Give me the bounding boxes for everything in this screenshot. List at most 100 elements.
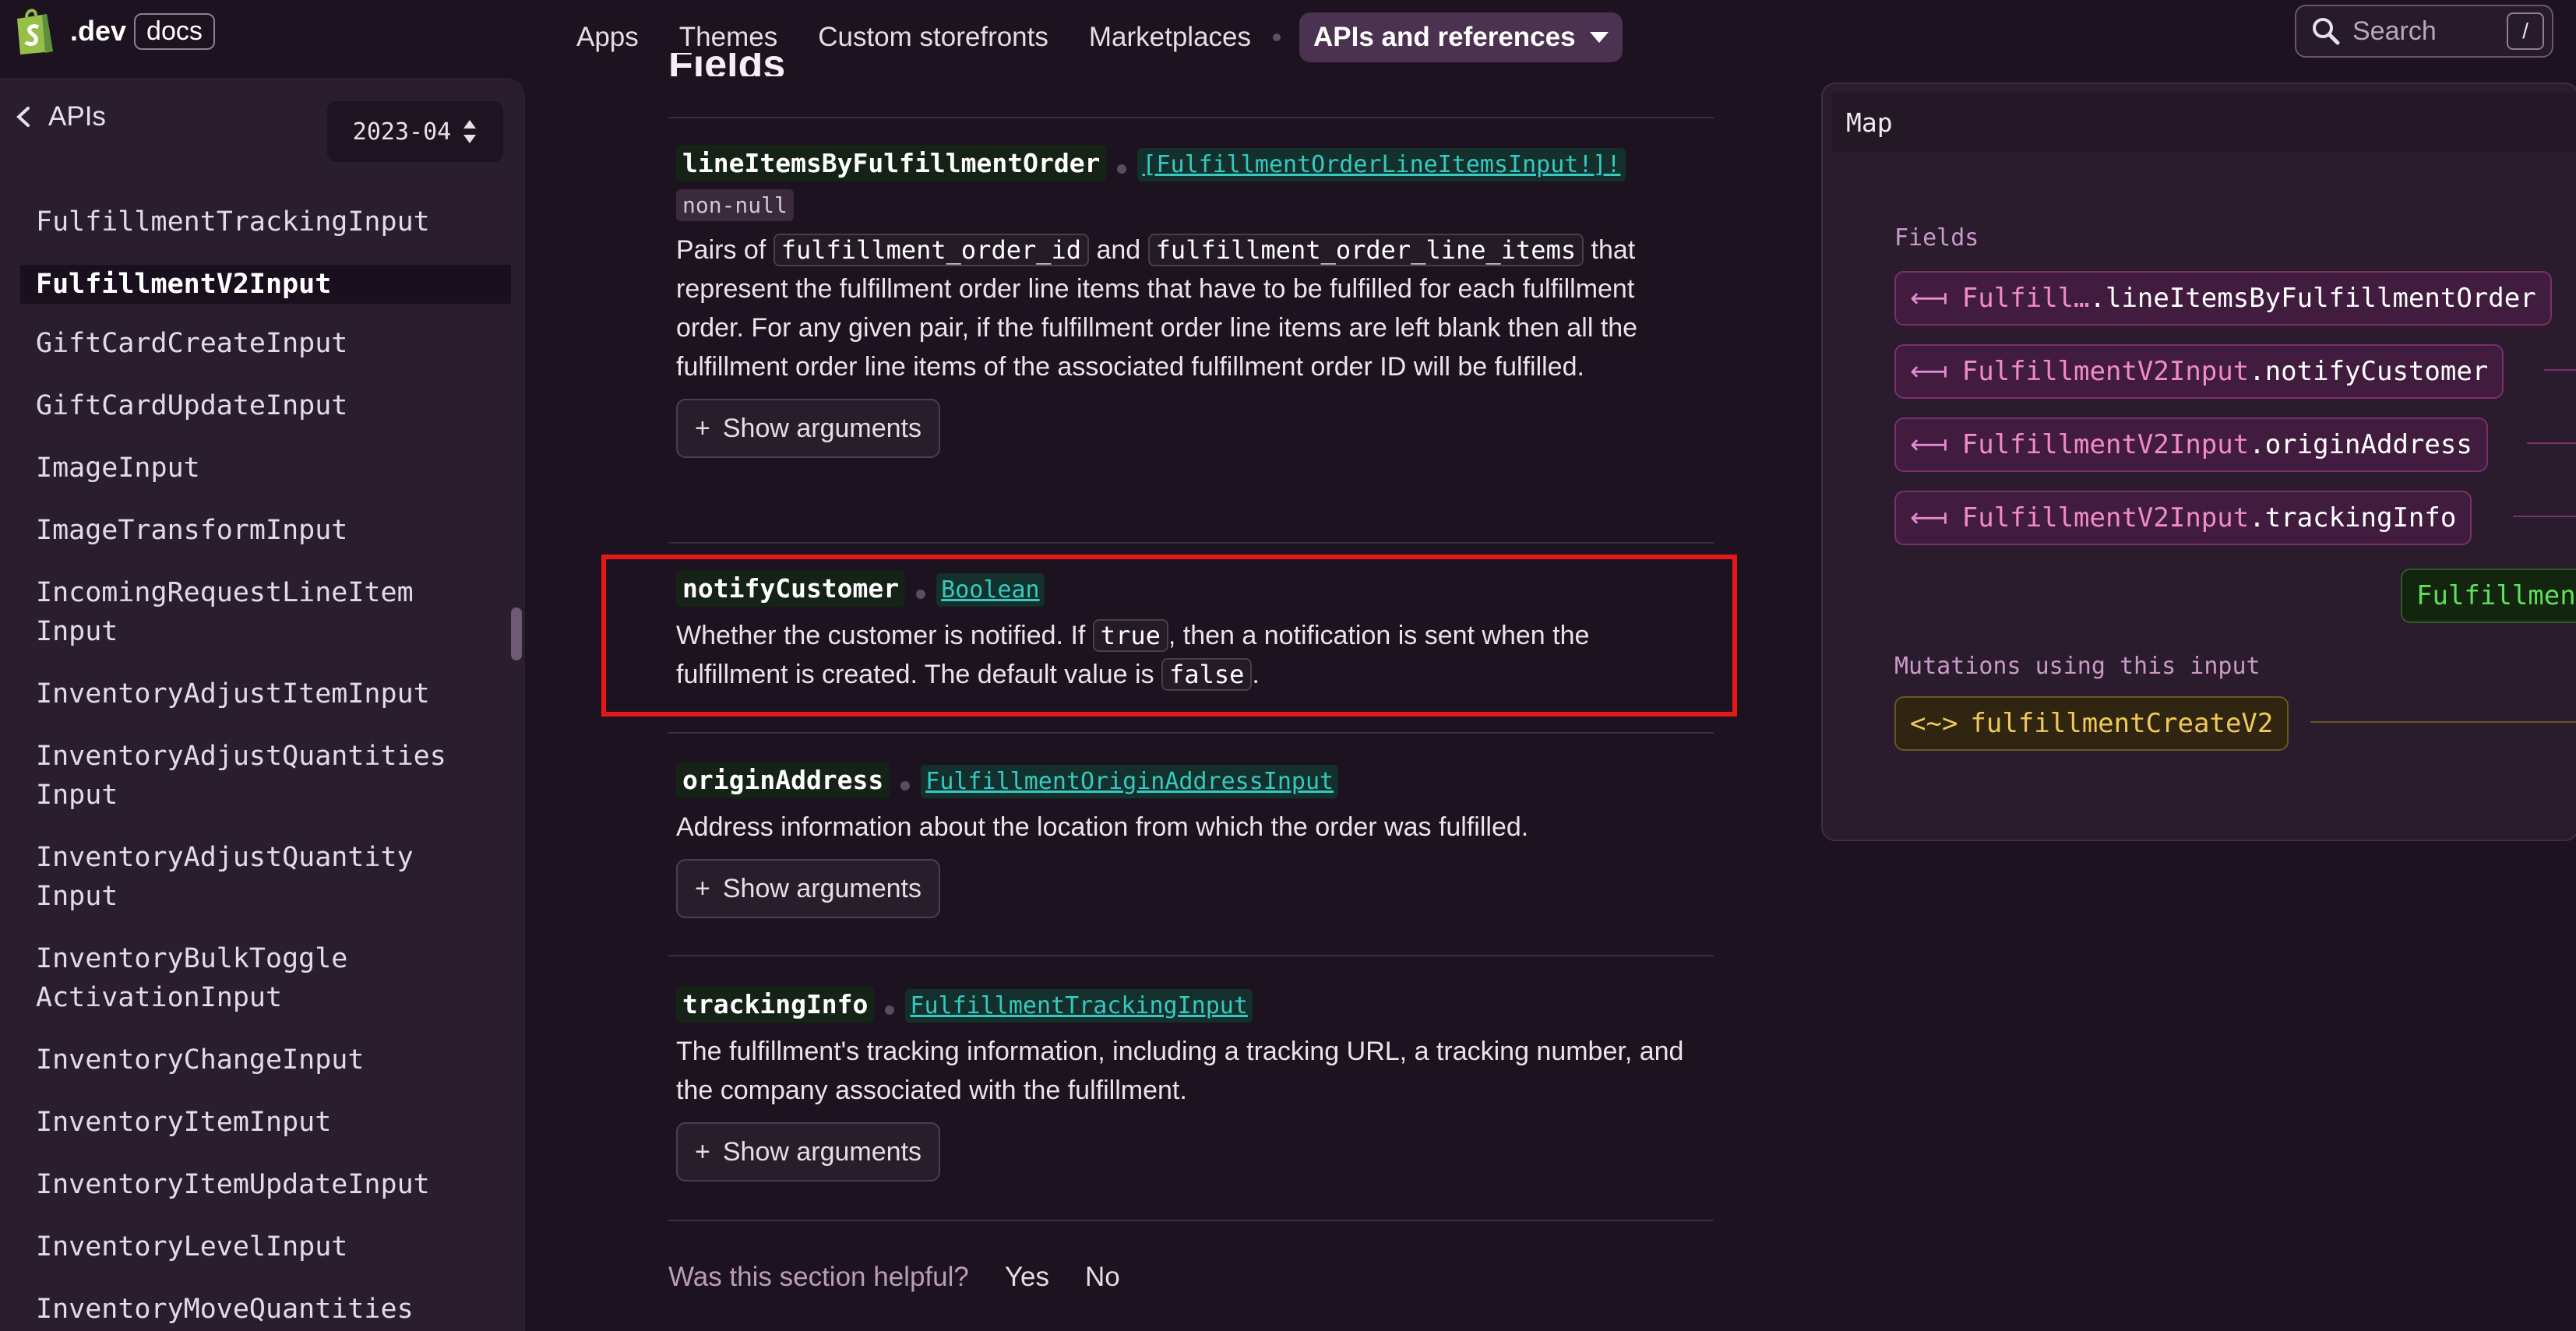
feedback-yes-button[interactable]: Yes bbox=[1005, 1262, 1049, 1293]
map-pill-origin-address[interactable]: ⟻ FulfillmentV2Input .originAddress bbox=[1894, 417, 2488, 472]
field-origin-address: originAddress FulfillmentOriginAddressInp… bbox=[676, 762, 1697, 918]
pill-field: .trackingInfo bbox=[2249, 502, 2457, 533]
sidebar-item-fulfillment-v2-input[interactable]: FulfillmentV2Input bbox=[20, 265, 511, 304]
nav-marketplaces[interactable]: Marketplaces bbox=[1089, 22, 1251, 53]
search-shortcut-key: / bbox=[2507, 12, 2544, 50]
show-arguments-label: Show arguments bbox=[722, 413, 922, 443]
logo-docs-badge: docs bbox=[134, 12, 215, 50]
map-connector bbox=[2527, 442, 2576, 444]
field-name: originAddress bbox=[676, 762, 890, 798]
nav-apis-and-references[interactable]: APIs and references bbox=[1299, 12, 1623, 62]
nav-apps[interactable]: Apps bbox=[576, 22, 639, 53]
nav-custom-storefronts[interactable]: Custom storefronts bbox=[818, 22, 1048, 53]
sidebar-list: FulfillmentTrackingInput FulfillmentV2In… bbox=[0, 202, 525, 1331]
sidebar-item-gift-card-update-input[interactable]: GiftCardUpdateInput bbox=[0, 386, 525, 425]
field-description: Address information about the location f… bbox=[676, 812, 1529, 842]
sidebar-item-inventory-change-input[interactable]: InventoryChangeInput bbox=[0, 1041, 525, 1079]
field-notify-customer: notifyCustomer Boolean Whether the custom… bbox=[676, 570, 1697, 694]
divider bbox=[668, 542, 1714, 544]
map-target-node[interactable]: Fulfillmen bbox=[2401, 569, 2576, 623]
field-description: The fulfillment's tracking information, … bbox=[676, 1037, 1684, 1105]
show-arguments-button[interactable]: + Show arguments bbox=[676, 859, 940, 918]
map-connector bbox=[2544, 369, 2576, 371]
section-title: Fields bbox=[668, 53, 786, 76]
field-description: Pairs of fulfillment_order_id and fulfil… bbox=[676, 231, 1697, 386]
show-arguments-button[interactable]: + Show arguments bbox=[676, 1122, 940, 1181]
sidebar-item-inventory-item-input[interactable]: InventoryItemInput bbox=[0, 1103, 525, 1142]
plus-icon: + bbox=[695, 1136, 710, 1167]
updown-chevron-icon bbox=[463, 120, 477, 143]
code-fulfillment-order-line-items: fulfillment_order_line_items bbox=[1147, 234, 1584, 266]
field-line-items-by-fulfillment-order: lineItemsByFulfillmentOrder [FulfillmentO… bbox=[676, 145, 1697, 458]
mutation-icon: <~> bbox=[1910, 708, 1958, 739]
pill-field: .notifyCustomer bbox=[2249, 356, 2489, 387]
divider bbox=[668, 117, 1714, 118]
top-navigation: .dev docs Apps Themes Custom storefronts… bbox=[0, 0, 2576, 64]
map-pill-notify-customer[interactable]: ⟻ FulfillmentV2Input .notifyCustomer bbox=[1894, 344, 2504, 399]
map-mutation-pill[interactable]: <~> fulfillmentCreateV2 bbox=[1894, 696, 2289, 751]
nav-themes[interactable]: Themes bbox=[679, 22, 777, 53]
separator-dot bbox=[916, 589, 926, 599]
field-type-link[interactable]: FulfillmentTrackingInput bbox=[905, 989, 1253, 1023]
field-description: Whether the customer is notified. If tru… bbox=[676, 616, 1697, 694]
sidebar-scrollbar[interactable] bbox=[511, 607, 522, 660]
feedback-no-button[interactable]: No bbox=[1085, 1262, 1120, 1293]
map-fields-label: Fields bbox=[1894, 224, 1979, 252]
sidebar-item-inventory-bulk-toggle-activation-input[interactable]: InventoryBulkToggle ActivationInput bbox=[0, 939, 525, 1017]
nav-separator-dot bbox=[1273, 33, 1281, 41]
version-select[interactable]: 2023-04 bbox=[327, 101, 503, 162]
sidebar-back-link[interactable]: APIs bbox=[14, 101, 106, 132]
desc-text: Pairs of bbox=[676, 235, 774, 265]
non-null-badge: non-null bbox=[676, 189, 794, 221]
map-panel: Map Fields ⟻ Fulfill… .lineItemsByFulfill… bbox=[1821, 83, 2576, 841]
desc-text: . bbox=[1252, 660, 1260, 689]
sidebar-item-inventory-level-input[interactable]: InventoryLevelInput bbox=[0, 1227, 525, 1266]
field-type-link[interactable]: [FulfillmentOrderLineItemsInput!]! bbox=[1137, 148, 1626, 181]
code-true: true bbox=[1092, 619, 1168, 652]
sidebar: APIs 2023-04 FulfillmentTrackingInput Fu… bbox=[0, 78, 525, 1331]
plus-icon: + bbox=[695, 873, 710, 903]
sidebar-item-inventory-adjust-item-input[interactable]: InventoryAdjustItemInput bbox=[0, 674, 525, 713]
map-pill-line-items[interactable]: ⟻ Fulfill… .lineItemsByFulfillmentOrder bbox=[1894, 271, 2552, 326]
pill-field: .originAddress bbox=[2249, 429, 2472, 460]
sidebar-item-image-input[interactable]: ImageInput bbox=[0, 449, 525, 488]
logo[interactable]: .dev docs bbox=[12, 6, 215, 56]
arrow-left-icon: ⟻ bbox=[1910, 283, 1948, 314]
field-name: lineItemsByFulfillmentOrder bbox=[676, 145, 1107, 181]
field-tracking-info: trackingInfo FulfillmentTrackingInput The… bbox=[676, 986, 1697, 1181]
sidebar-item-fulfillment-tracking-input[interactable]: FulfillmentTrackingInput bbox=[0, 202, 525, 241]
sidebar-back-label: APIs bbox=[48, 101, 106, 132]
shopify-bag-icon bbox=[17, 9, 53, 55]
sidebar-item-incoming-request-line-item-input[interactable]: IncomingRequestLineItem Input bbox=[0, 573, 525, 651]
map-pill-tracking-info[interactable]: ⟻ FulfillmentV2Input .trackingInfo bbox=[1894, 491, 2472, 545]
sidebar-item-inventory-adjust-quantity-input[interactable]: InventoryAdjustQuantity Input bbox=[0, 838, 525, 916]
divider bbox=[668, 1220, 1714, 1221]
sidebar-item-inventory-item-update-input[interactable]: InventoryItemUpdateInput bbox=[0, 1165, 525, 1204]
arrow-left-icon: ⟻ bbox=[1910, 429, 1948, 460]
feedback-row: Was this section helpful? Yes No bbox=[668, 1262, 1120, 1293]
field-name: notifyCustomer bbox=[676, 570, 906, 607]
pill-type: FulfillmentV2Input bbox=[1961, 356, 2250, 387]
field-name: trackingInfo bbox=[676, 986, 875, 1023]
map-header: Map bbox=[1832, 92, 2576, 153]
arrow-left-icon: ⟻ bbox=[1910, 356, 1948, 387]
sidebar-item-inventory-move-quantities[interactable]: InventoryMoveQuantities bbox=[0, 1290, 525, 1329]
chevron-left-icon bbox=[16, 107, 30, 127]
map-connector bbox=[2513, 516, 2576, 517]
pill-type: FulfillmentV2Input bbox=[1961, 502, 2250, 533]
sidebar-item-image-transform-input[interactable]: ImageTransformInput bbox=[0, 511, 525, 550]
divider bbox=[668, 732, 1714, 734]
separator-dot bbox=[900, 780, 911, 791]
sidebar-item-inventory-adjust-quantities-input[interactable]: InventoryAdjustQuantities Input bbox=[0, 737, 525, 815]
sidebar-item-gift-card-create-input[interactable]: GiftCardCreateInput bbox=[0, 324, 525, 363]
code-fulfillment-order-id: fulfillment_order_id bbox=[773, 234, 1090, 266]
pill-type: Fulfill… bbox=[1961, 283, 2090, 314]
field-type-link[interactable]: Boolean bbox=[936, 573, 1045, 607]
nav-apis-label: APIs and references bbox=[1313, 22, 1576, 52]
separator-dot bbox=[1117, 164, 1127, 174]
divider bbox=[668, 955, 1714, 956]
caret-down-icon bbox=[1589, 32, 1609, 43]
search-input[interactable]: Search / bbox=[2295, 5, 2553, 58]
field-type-link[interactable]: FulfillmentOriginAddressInput bbox=[921, 765, 1339, 798]
show-arguments-button[interactable]: + Show arguments bbox=[676, 399, 940, 458]
